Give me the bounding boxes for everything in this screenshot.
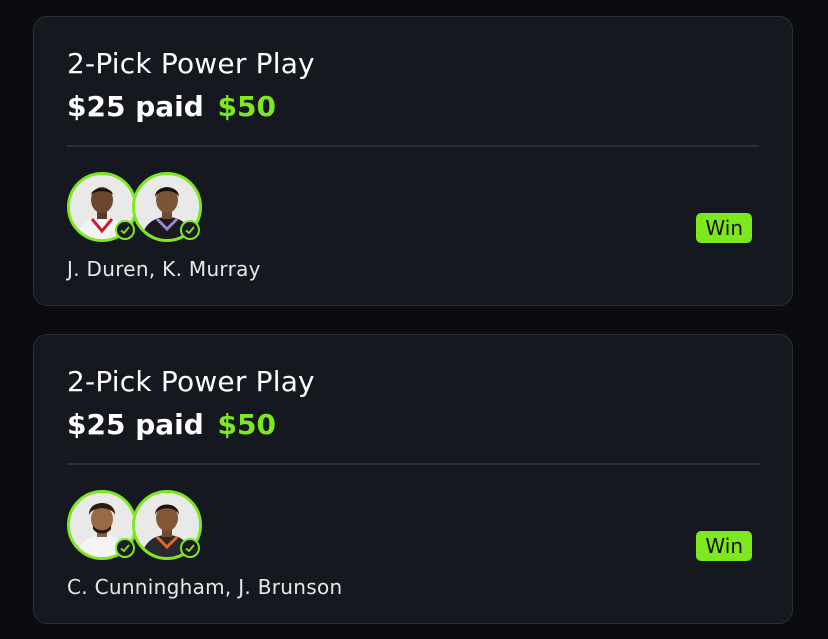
payout-amount: $50 [217, 408, 276, 441]
check-circle-icon [115, 220, 135, 240]
player-names: C. Cunningham, J. Brunson [67, 575, 343, 599]
entry-title: 2-Pick Power Play [67, 47, 315, 80]
entry-title: 2-Pick Power Play [67, 365, 315, 398]
check-circle-icon [115, 538, 135, 558]
player-avatars [67, 172, 207, 246]
check-circle-icon [180, 220, 200, 240]
entry-payout: $25 paid $50 [67, 408, 276, 441]
status-badge: Win [696, 213, 752, 243]
entry-card[interactable]: 2-Pick Power Play $25 paid $50 [33, 334, 793, 624]
paid-amount: $25 paid [67, 90, 204, 123]
status-badge: Win [696, 531, 752, 561]
entry-payout: $25 paid $50 [67, 90, 276, 123]
divider [67, 463, 759, 465]
payout-amount: $50 [217, 90, 276, 123]
check-circle-icon [180, 538, 200, 558]
player-names: J. Duren, K. Murray [67, 257, 261, 281]
divider [67, 145, 759, 147]
paid-amount: $25 paid [67, 408, 204, 441]
entry-card[interactable]: 2-Pick Power Play $25 paid $50 [33, 16, 793, 306]
player-avatars [67, 490, 207, 564]
